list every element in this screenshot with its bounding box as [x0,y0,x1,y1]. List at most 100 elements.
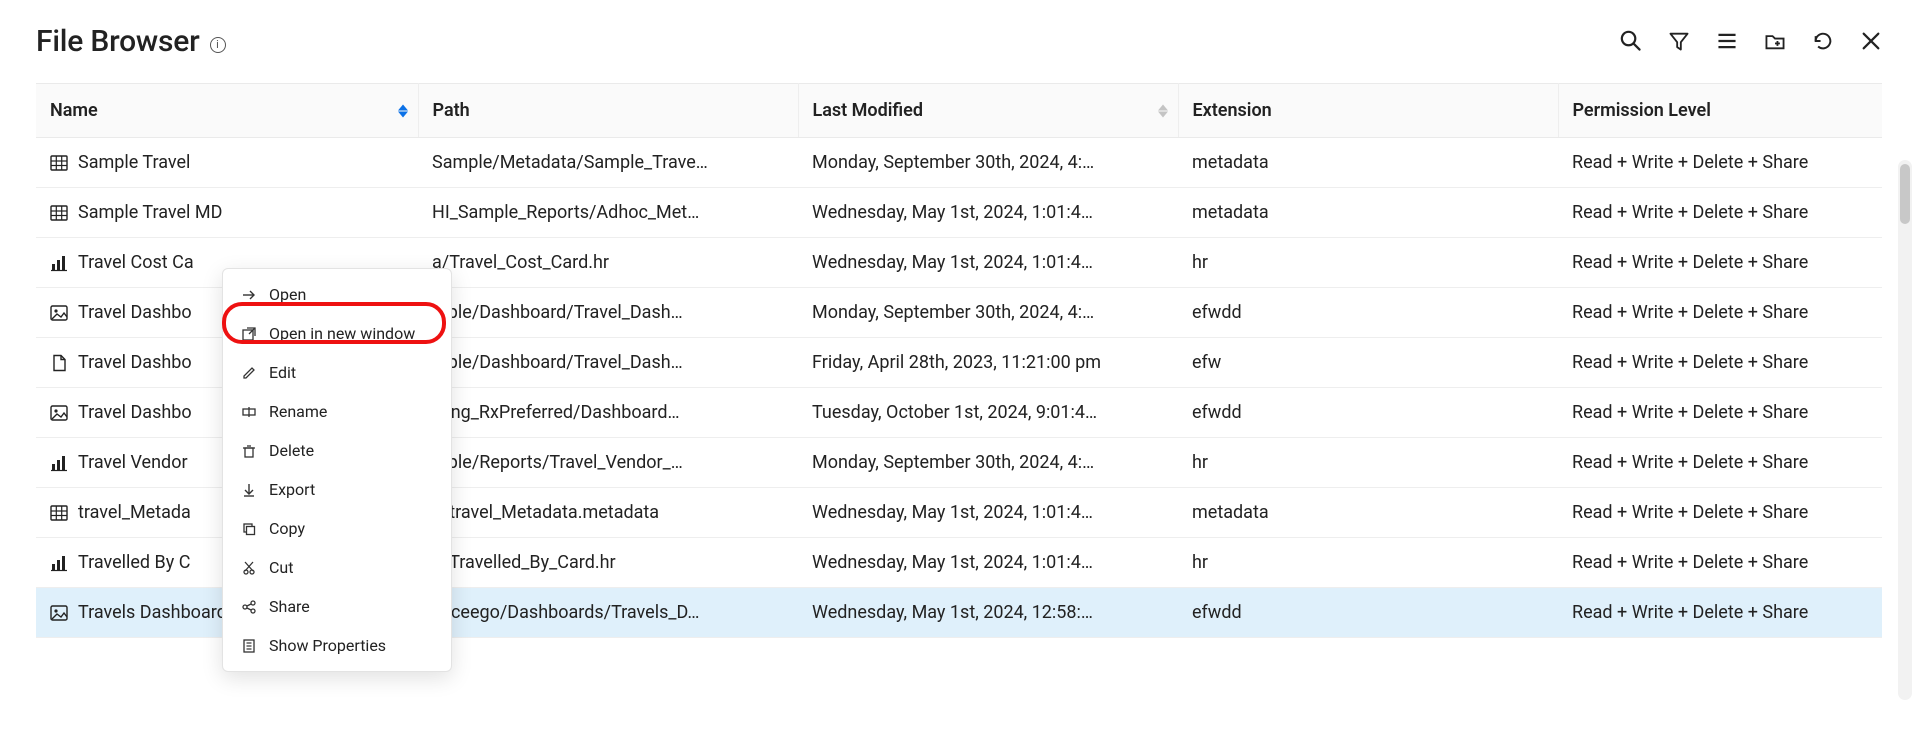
toolbar [1620,30,1882,52]
column-header-permission[interactable]: Permission Level [1558,84,1882,138]
context-menu-label: Share [269,597,310,616]
file-extension: hr [1178,238,1558,288]
column-header-name[interactable]: Name [36,84,418,138]
column-label: Extension [1193,100,1272,121]
file-type-icon [50,454,68,472]
file-name: Travel Dashbo [78,352,192,373]
filter-icon[interactable] [1668,30,1690,52]
trash-icon [241,443,257,459]
column-label: Name [50,100,98,121]
file-type-icon [50,404,68,422]
context-menu-label: Cut [269,558,293,577]
file-modified: Wednesday, May 1st, 2024, 1:01:4… [798,188,1178,238]
file-extension: hr [1178,438,1558,488]
open-win-icon [241,326,257,342]
file-path: Sample/Metadata/Sample_Trave… [418,138,798,188]
context-menu-label: Export [269,480,315,499]
file-path: HI_Sample_Reports/Adhoc_Met… [418,188,798,238]
context-menu-item[interactable]: Open [223,275,451,314]
file-modified: Wednesday, May 1st, 2024, 1:01:4… [798,538,1178,588]
scrollbar[interactable] [1898,160,1912,700]
file-name: Travel Vendor [78,452,188,473]
close-icon[interactable] [1860,30,1882,52]
file-type-icon [50,354,68,372]
column-header-path[interactable]: Path [418,84,798,138]
share-icon [241,599,257,615]
file-modified: Monday, September 30th, 2024, 4:… [798,438,1178,488]
context-menu-item[interactable]: Copy [223,509,451,548]
file-name: Travel Dashbo [78,302,192,323]
file-permission: Read + Write + Delete + Share [1558,238,1882,288]
file-name: Sample Travel [78,152,190,173]
info-icon[interactable]: i [210,37,226,53]
file-type-icon [50,504,68,522]
context-menu-label: Open in new window [269,324,415,343]
file-name: Travel Dashbo [78,402,192,423]
file-name: Sample Travel MD [78,202,222,223]
context-menu-label: Copy [269,519,305,538]
file-name: Travel Cost Ca [78,252,194,273]
edit-icon [241,365,257,381]
file-extension: hr [1178,538,1558,588]
context-menu-item[interactable]: Open in new window [223,314,451,353]
context-menu-label: Delete [269,441,314,460]
file-extension: efw [1178,338,1558,388]
file-extension: efwdd [1178,388,1558,438]
file-permission: Read + Write + Delete + Share [1558,538,1882,588]
context-menu: Open Open in new window Edit Rename Delete Ex… [222,268,452,672]
file-permission: Read + Write + Delete + Share [1558,488,1882,538]
file-path: ining_RxPreferred/Dashboard… [418,388,798,438]
new-folder-icon[interactable] [1764,30,1786,52]
copy-icon [241,521,257,537]
context-menu-label: Edit [269,363,296,382]
file-extension: efwdd [1178,588,1558,638]
context-menu-item[interactable]: Delete [223,431,451,470]
table-row[interactable]: Sample Travel MD HI_Sample_Reports/Adhoc_… [36,188,1882,238]
context-menu-item[interactable]: Cut [223,548,451,587]
file-extension: metadata [1178,188,1558,238]
refresh-icon[interactable] [1812,30,1834,52]
cut-icon [241,560,257,576]
file-type-icon [50,154,68,172]
column-header-modified[interactable]: Last Modified [798,84,1178,138]
file-modified: Tuesday, October 1st, 2024, 9:01:4… [798,388,1178,438]
context-menu-label: Show Properties [269,636,386,655]
search-icon[interactable] [1620,30,1642,52]
page-title: File Browser [36,24,200,59]
file-path: mple/Dashboard/Travel_Dash… [418,338,798,388]
table-row[interactable]: Sample Travel Sample/Metadata/Sample_Trav… [36,138,1882,188]
file-modified: Monday, September 30th, 2024, 4:… [798,288,1178,338]
file-modified: Monday, September 30th, 2024, 4:… [798,138,1178,188]
file-type-icon [50,254,68,272]
file-permission: Read + Write + Delete + Share [1558,388,1882,438]
scrollbar-thumb[interactable] [1900,164,1910,224]
file-type-icon [50,304,68,322]
file-modified: Wednesday, May 1st, 2024, 12:58:… [798,588,1178,638]
file-permission: Read + Write + Delete + Share [1558,588,1882,638]
file-path: mple/Reports/Travel_Vendor_… [418,438,798,488]
file-permission: Read + Write + Delete + Share [1558,288,1882,338]
file-modified: Wednesday, May 1st, 2024, 1:01:4… [798,488,1178,538]
file-path: mple/Dashboard/Travel_Dash… [418,288,798,338]
context-menu-item[interactable]: Edit [223,353,451,392]
props-icon [241,638,257,654]
sort-indicator-icon [398,104,408,117]
file-extension: metadata [1178,488,1558,538]
context-menu-label: Open [269,285,306,304]
context-menu-item[interactable]: Export [223,470,451,509]
context-menu-item[interactable]: Share [223,587,451,626]
context-menu-item[interactable]: Rename [223,392,451,431]
rename-icon [241,404,257,420]
file-extension: metadata [1178,138,1558,188]
menu-icon[interactable] [1716,30,1738,52]
column-header-extension[interactable]: Extension [1178,84,1558,138]
file-permission: Read + Write + Delete + Share [1558,188,1882,238]
context-menu-label: Rename [269,402,327,421]
file-modified: Wednesday, May 1st, 2024, 1:01:4… [798,238,1178,288]
file-path: a/Travelled_By_Card.hr [418,538,798,588]
file-type-icon [50,554,68,572]
download-icon [241,482,257,498]
context-menu-item[interactable]: Show Properties [223,626,451,665]
file-name: Travelled By C [78,552,190,573]
column-label: Path [433,100,470,121]
